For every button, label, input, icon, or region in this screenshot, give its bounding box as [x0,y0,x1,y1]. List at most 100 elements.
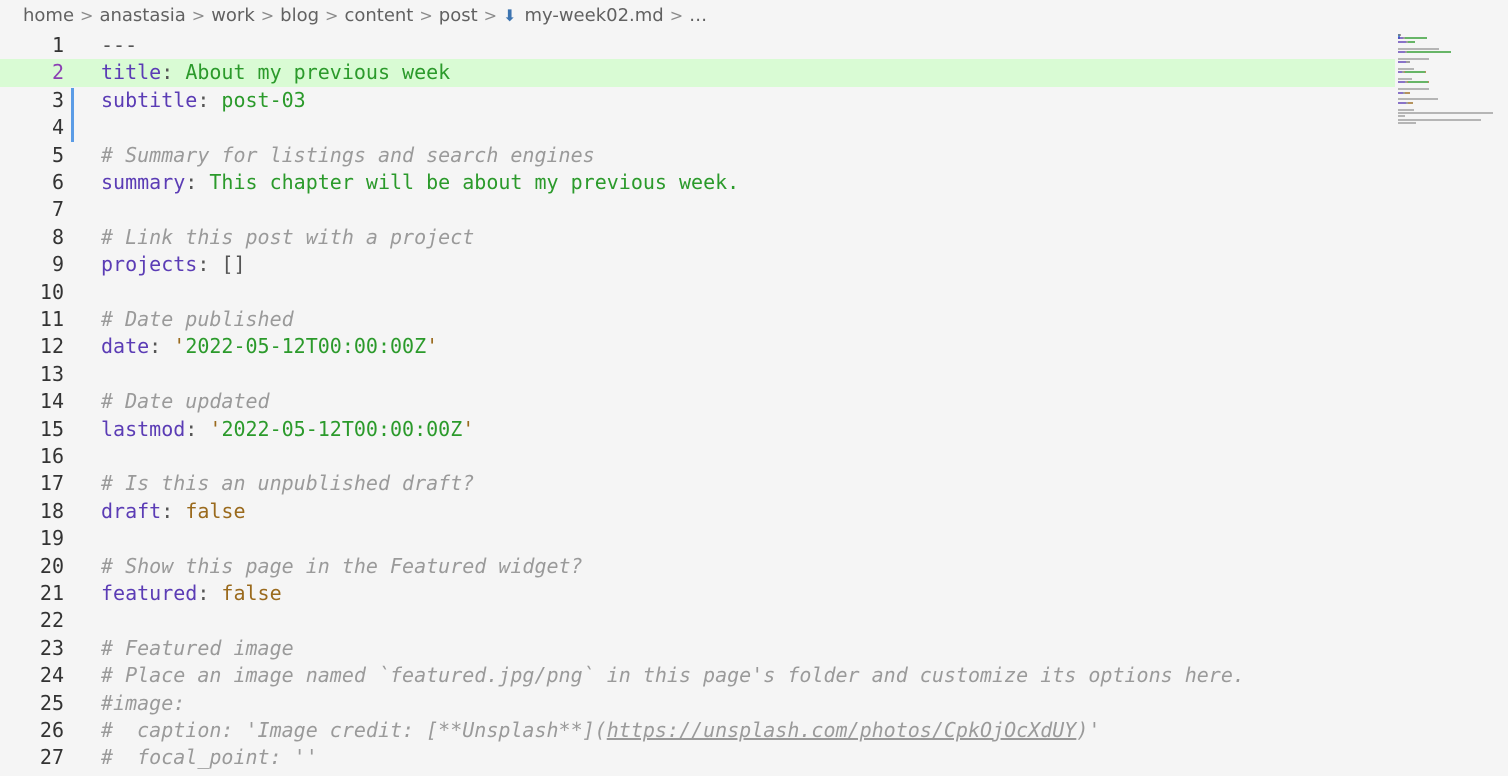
minimap-line [1398,67,1508,70]
code-line[interactable]: 8 # Link this post with a project [0,224,1395,251]
code-line[interactable]: 24 # Place an image named `featured.jpg/p… [0,662,1395,689]
minimap-segment [1398,57,1429,60]
code-line[interactable]: 14 # Date updated [0,388,1395,415]
code-line[interactable]: 21 featured: false [0,580,1395,607]
breadcrumb-item-home[interactable]: home [23,5,74,26]
minimap-segment [1398,118,1440,121]
minimap-line [1398,37,1508,40]
code-token: # Date published [101,307,294,331]
line-number: 18 [39,498,64,523]
code-token: false [221,581,282,605]
code-editor[interactable]: 1 --- 2 title: About my previous week 3 subti… [0,30,1508,776]
code-text: title: About my previous week [101,59,450,86]
code-line[interactable]: 3 subtitle: post-03 [0,87,1395,114]
code-token: 2022-05-12T00:00:00Z [221,416,463,441]
code-text: --- [101,32,137,59]
code-line[interactable]: 23 # Featured image [0,635,1395,662]
minimap-segment [1398,40,1406,43]
code-line[interactable]: 4 [0,114,1395,141]
breadcrumb-item-work[interactable]: work [211,5,255,26]
code-line[interactable]: 19 [0,525,1395,552]
code-line[interactable]: 18 draft: false [0,498,1395,525]
minimap-segment [1398,108,1414,111]
code-token: ' [426,334,439,359]
code-text: draft: false [101,498,246,525]
line-number: 12 [39,334,64,359]
minimap-line [1398,115,1508,118]
minimap-line [1398,105,1508,107]
code-line[interactable]: 10 [0,279,1395,306]
minimap-line [1398,122,1508,125]
code-line[interactable]: 7 [0,196,1395,223]
minimap-line [1398,44,1508,46]
minimap-line [1398,85,1508,87]
code-token: This chapter will be about my previous w… [209,170,740,194]
breadcrumb-more[interactable]: … [689,5,707,26]
minimap-line [1398,111,1508,114]
line-number: 10 [39,279,64,304]
code-line[interactable]: 15 lastmod: '2022-05-12T00:00:00Z' [0,416,1395,443]
minimap-segment [1398,111,1493,114]
line-number: 26 [39,718,64,742]
code-text: featured: false [101,580,282,607]
code-line[interactable]: 16 [0,443,1395,470]
code-token: ' [209,416,222,441]
code-line[interactable]: 11 # Date published [0,306,1395,333]
breadcrumb-separator: > [483,5,498,25]
minimap-line [1398,34,1508,36]
code-token: featured [101,581,198,605]
breadcrumb-item-anastasia[interactable]: anastasia [99,5,185,26]
code-line[interactable]: 26 # caption: 'Image credit: [**Unsplash*… [0,717,1395,744]
code-token: # Show this page in the Featured widget? [101,553,583,578]
code-line[interactable]: 2 title: About my previous week [0,59,1395,87]
breadcrumb-item-blog[interactable]: blog [280,5,319,26]
minimap-line [1398,108,1508,111]
code-line[interactable]: 9 projects: [] [0,251,1395,278]
code-line[interactable]: 6 summary: This chapter will be about my … [0,169,1395,196]
code-line[interactable]: 25 #image: [0,690,1395,717]
code-line[interactable]: 17 # Is this an unpublished draft? [0,470,1395,497]
code-token: lastmod [101,416,186,441]
breadcrumb-separator: > [80,5,94,25]
code-line[interactable]: 22 [0,607,1395,634]
minimap-line [1398,95,1508,97]
line-number: 19 [39,526,64,551]
code-token: ' [173,334,186,359]
code-text: summary: This chapter will be about my p… [101,169,739,196]
breadcrumb-file[interactable]: my-week02.md [524,5,663,26]
breadcrumb-item-post[interactable]: post [439,5,478,26]
code-token: 2022-05-12T00:00:00Z [185,334,427,359]
minimap-line [1398,101,1508,104]
breadcrumb-item-content[interactable]: content [344,5,413,26]
minimap-line [1398,50,1508,53]
code-line[interactable]: 1 --- [0,32,1395,59]
code-token: : [185,170,210,194]
code-token: : [197,87,222,112]
line-number: 17 [39,471,64,496]
minimap-segment [1425,71,1426,74]
code-line[interactable]: 20 # Show this page in the Featured widge… [0,553,1395,580]
code-token: About my previous week [185,60,451,85]
minimap-segment [1398,115,1405,118]
minimap-segment [1398,101,1406,104]
line-number: 6 [51,170,64,194]
line-number: 24 [39,663,64,688]
code-line[interactable]: 27 # focal_point: '' [0,744,1395,771]
code-line[interactable]: 13 [0,361,1395,388]
code-line[interactable]: 5 # Summary for listings and search engin… [0,142,1395,169]
code-text: # Is this an unpublished draft? [101,470,474,497]
code-token: draft [101,498,162,523]
minimap-segment [1408,40,1415,43]
minimap-line [1398,71,1508,74]
minimap-segment [1407,50,1451,53]
code-line[interactable]: 12 date: '2022-05-12T00:00:00Z' [0,333,1395,360]
code-token: : [161,60,186,85]
code-token: : [149,334,174,359]
minimap[interactable] [1398,34,1508,125]
minimap-line [1398,118,1508,121]
breadcrumb-separator: > [669,5,684,25]
code-token: # Date updated [101,389,270,414]
minimap-segment [1398,81,1405,84]
code-text: # Show this page in the Featured widget? [101,553,583,580]
minimap-line [1398,65,1508,67]
